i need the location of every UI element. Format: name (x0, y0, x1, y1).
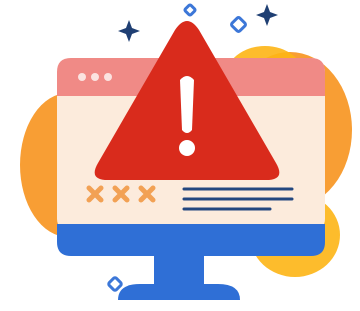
stand-base (118, 284, 240, 300)
illustration-container (0, 0, 360, 311)
window-dots-icon (78, 73, 112, 81)
sparkle-diamond-bottom (107, 276, 123, 292)
monitor-warning-illustration (20, 3, 352, 300)
sparkle-diamond-top-left (183, 3, 197, 17)
monitor-base-bar (57, 224, 325, 256)
sparkle-left (118, 20, 140, 42)
sparkle-right (256, 4, 278, 26)
sparkle-diamond-top (230, 16, 247, 33)
